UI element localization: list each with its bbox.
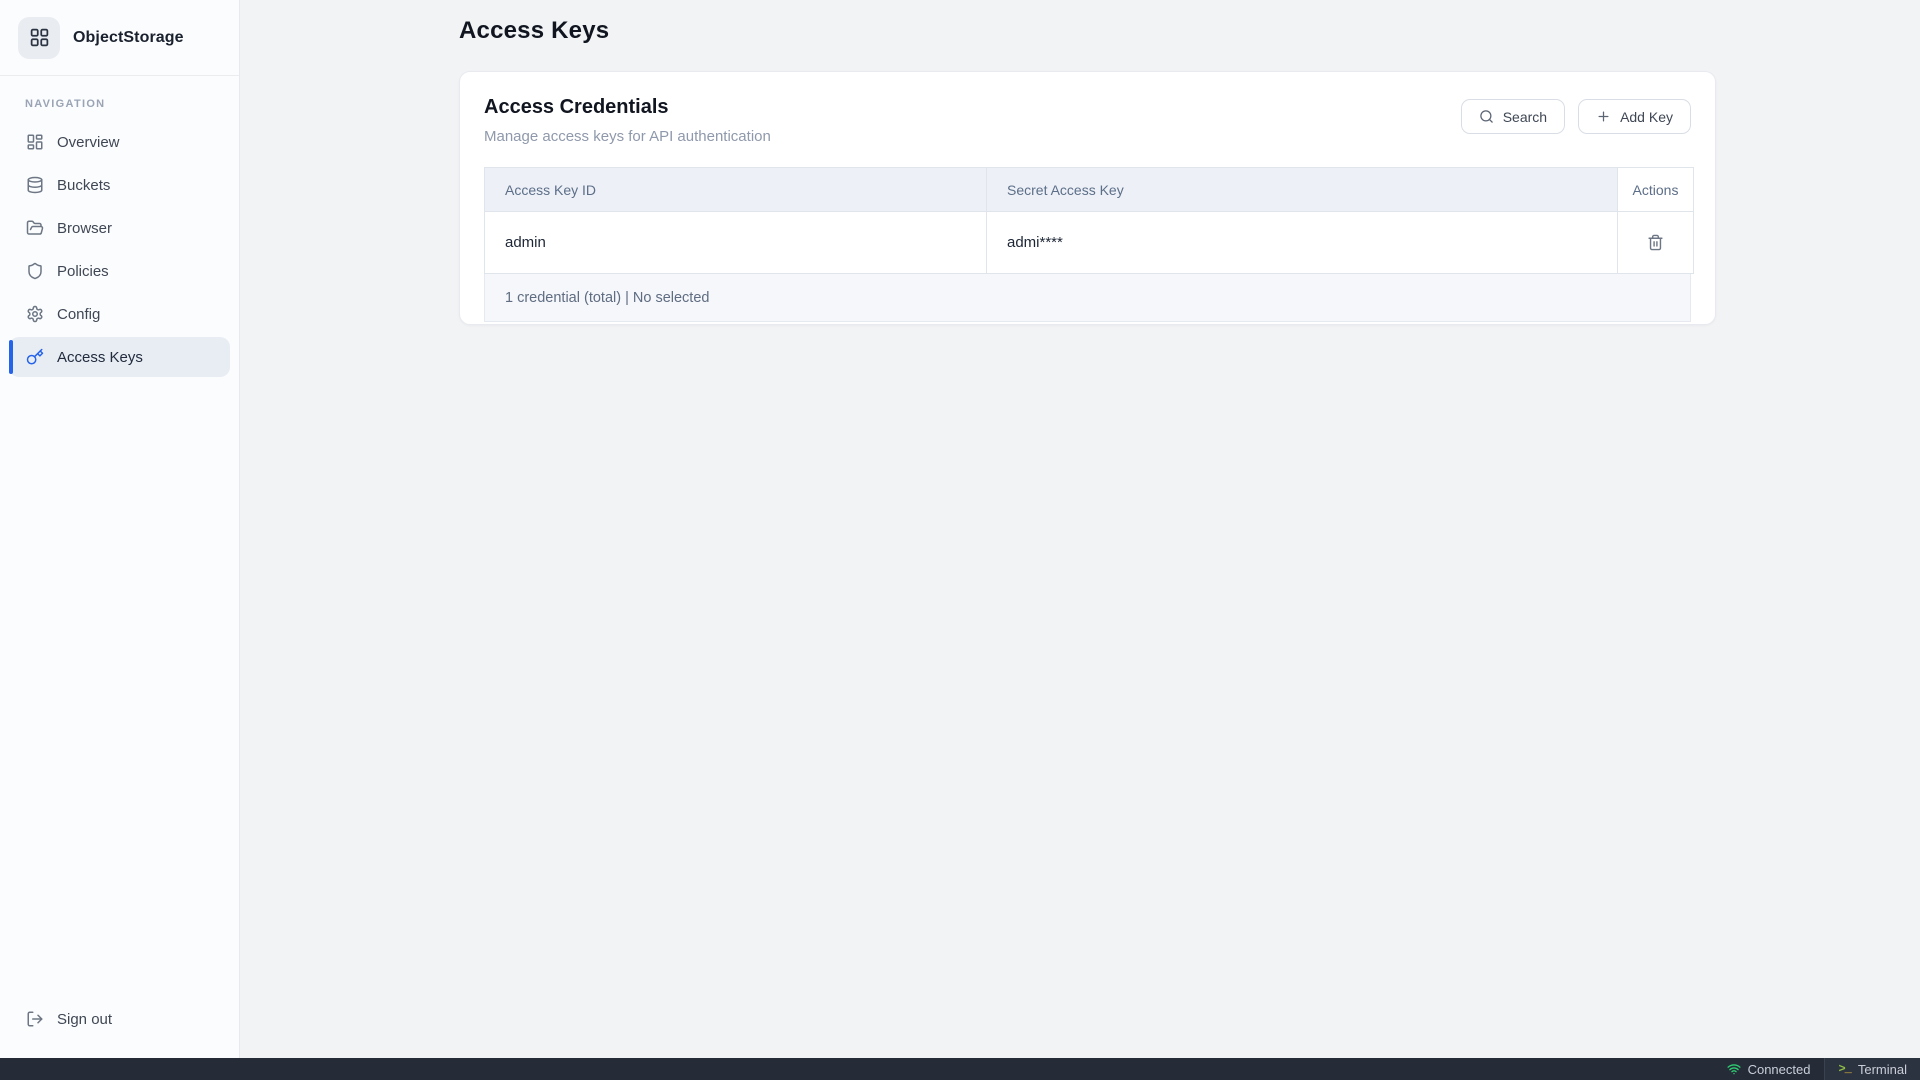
table-summary: 1 credential (total) | No selected <box>484 274 1691 322</box>
search-button-label: Search <box>1503 109 1547 125</box>
connection-status-label: Connected <box>1748 1062 1811 1077</box>
sidebar: ObjectStorage NAVIGATION Overview Bucket… <box>0 0 240 1058</box>
terminal-prompt-icon: >_ <box>1838 1062 1850 1076</box>
plus-icon <box>1596 109 1611 124</box>
sidebar-item-label: Buckets <box>57 177 110 194</box>
sidebar-item-browser[interactable]: Browser <box>9 208 230 248</box>
credentials-table: Access Key ID Secret Access Key Actions … <box>484 167 1691 322</box>
column-header-access-key-id: Access Key ID <box>485 168 987 212</box>
brand: ObjectStorage <box>0 0 239 76</box>
status-bar: Connected >_ Terminal <box>0 1058 1920 1080</box>
nav-section: NAVIGATION Overview Buckets Browser <box>0 76 239 990</box>
gear-icon <box>25 305 44 324</box>
card-title: Access Credentials <box>484 96 771 119</box>
sign-out-button[interactable]: Sign out <box>9 999 230 1039</box>
add-key-button[interactable]: Add Key <box>1578 99 1691 134</box>
folder-open-icon <box>25 219 44 238</box>
sign-out-label: Sign out <box>57 1011 112 1028</box>
dashboard-grid-icon <box>25 133 44 152</box>
sidebar-item-label: Overview <box>57 134 120 151</box>
logout-icon <box>25 1010 44 1029</box>
brand-name: ObjectStorage <box>73 29 184 47</box>
cell-access-key-id: admin <box>485 212 987 274</box>
database-icon <box>25 176 44 195</box>
add-key-button-label: Add Key <box>1620 109 1673 125</box>
cell-secret-access-key: admi**** <box>987 212 1618 274</box>
delete-key-button[interactable] <box>1643 230 1668 255</box>
search-button[interactable]: Search <box>1461 99 1565 134</box>
app-logo-grid-icon <box>18 17 60 59</box>
nav-list: Overview Buckets Browser Policies <box>0 122 239 377</box>
sidebar-item-label: Access Keys <box>57 349 143 366</box>
page-title: Access Keys <box>459 17 1920 45</box>
card-subtitle: Manage access keys for API authenticatio… <box>484 128 771 145</box>
sidebar-item-label: Browser <box>57 220 112 237</box>
card-header: Access Credentials Manage access keys fo… <box>460 72 1715 167</box>
key-icon <box>25 348 44 367</box>
main-content: Access Keys Access Credentials Manage ac… <box>240 0 1920 1058</box>
cell-actions <box>1618 212 1694 274</box>
app-root: ObjectStorage NAVIGATION Overview Bucket… <box>0 0 1920 1080</box>
sidebar-item-label: Config <box>57 306 100 323</box>
sidebar-item-overview[interactable]: Overview <box>9 122 230 162</box>
terminal-toggle[interactable]: >_ Terminal <box>1825 1058 1920 1080</box>
wifi-icon <box>1727 1062 1741 1076</box>
table-header-row: Access Key ID Secret Access Key Actions <box>485 168 1694 212</box>
search-icon <box>1479 109 1494 124</box>
terminal-label: Terminal <box>1858 1062 1907 1077</box>
nav-section-label: NAVIGATION <box>25 98 239 110</box>
sidebar-item-label: Policies <box>57 263 109 280</box>
card-actions: Search Add Key <box>1461 96 1691 134</box>
trash-icon <box>1647 234 1664 251</box>
card-heading-group: Access Credentials Manage access keys fo… <box>484 96 771 145</box>
sidebar-item-access-keys[interactable]: Access Keys <box>9 337 230 377</box>
sidebar-item-buckets[interactable]: Buckets <box>9 165 230 205</box>
sidebar-item-config[interactable]: Config <box>9 294 230 334</box>
sidebar-item-policies[interactable]: Policies <box>9 251 230 291</box>
access-credentials-card: Access Credentials Manage access keys fo… <box>459 71 1716 325</box>
connection-status: Connected <box>1713 1058 1825 1080</box>
content-row: ObjectStorage NAVIGATION Overview Bucket… <box>0 0 1920 1058</box>
sidebar-footer: Sign out <box>0 990 239 1058</box>
table-row[interactable]: admin admi**** <box>485 212 1694 274</box>
shield-icon <box>25 262 44 281</box>
column-header-actions: Actions <box>1618 168 1694 212</box>
column-header-secret-access-key: Secret Access Key <box>987 168 1618 212</box>
